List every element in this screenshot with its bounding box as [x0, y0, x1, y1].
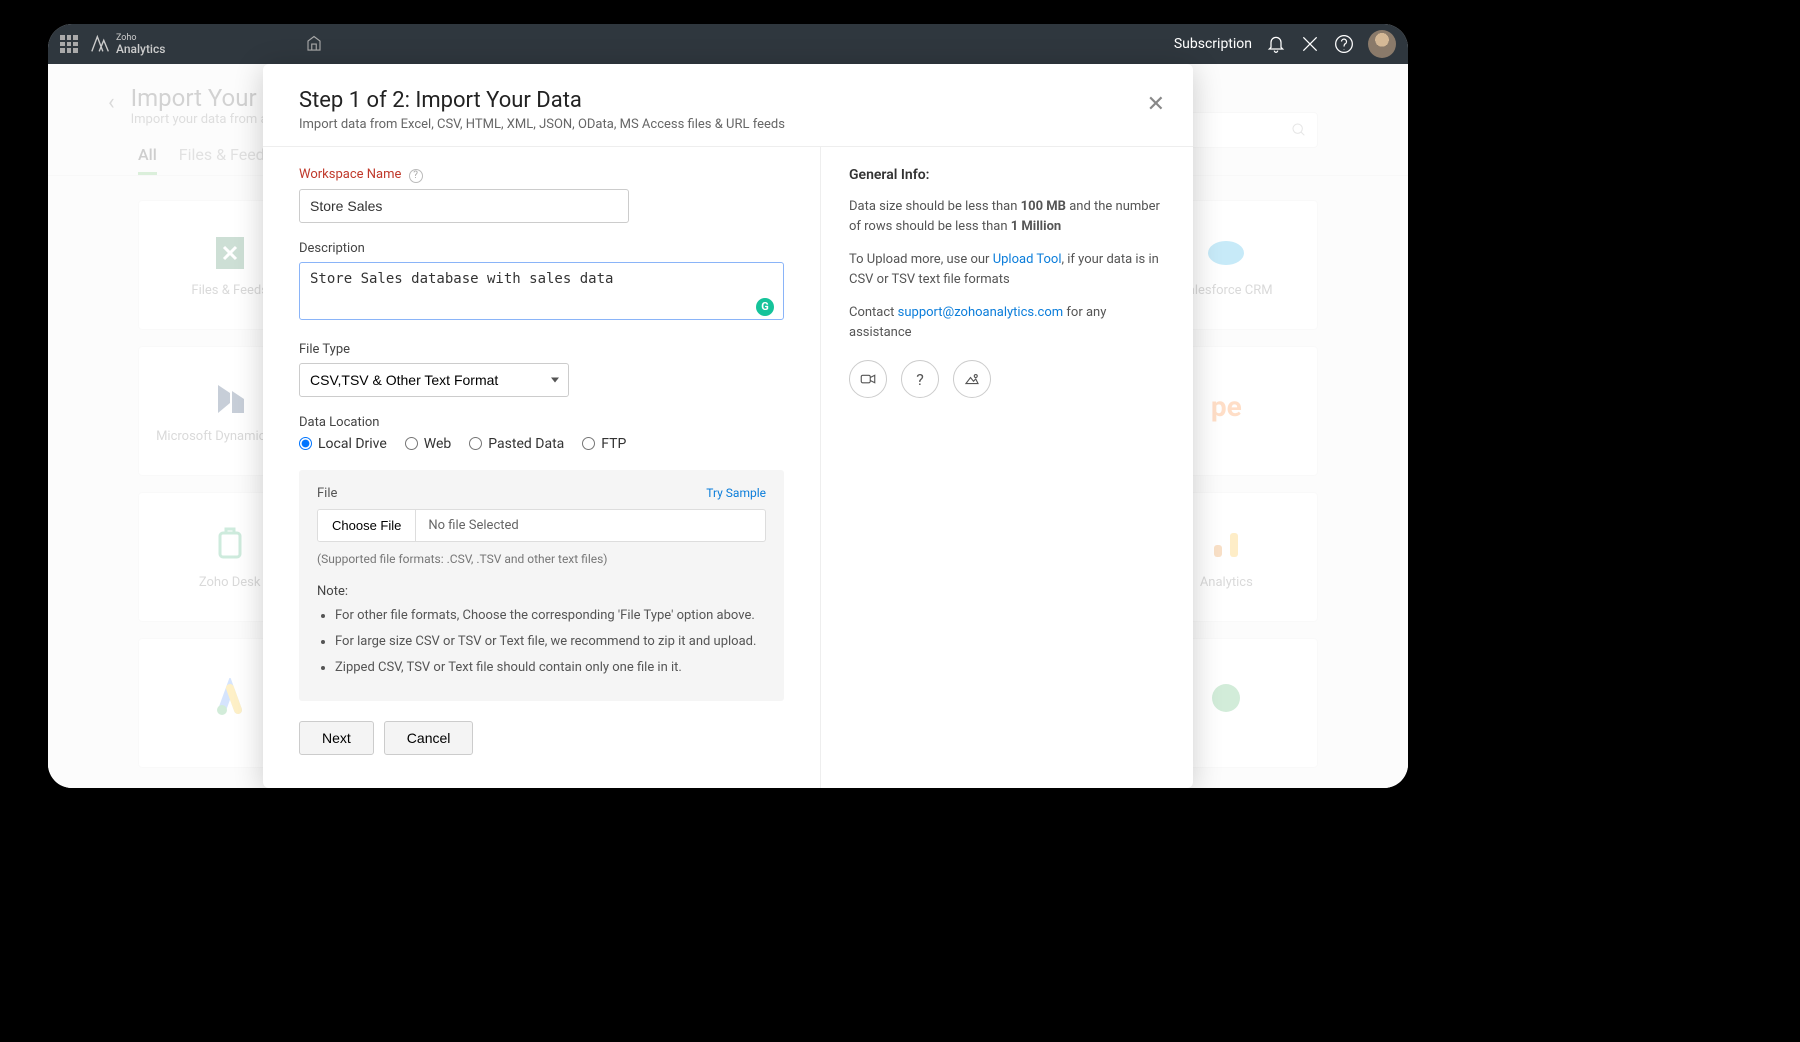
note-heading: Note:: [317, 584, 766, 599]
description-textarea[interactable]: [299, 262, 784, 320]
settings-icon[interactable]: [1300, 34, 1320, 54]
file-type-label: File Type: [299, 342, 784, 357]
help-icon[interactable]: [1334, 34, 1354, 54]
try-sample-link[interactable]: Try Sample: [706, 486, 766, 500]
app-header: Zoho Analytics Subscription: [48, 24, 1408, 64]
radio-ftp[interactable]: FTP: [582, 436, 626, 452]
data-location-label: Data Location: [299, 415, 784, 430]
info-size: Data size should be less than 100 MB and…: [849, 197, 1165, 236]
close-icon[interactable]: ✕: [1147, 92, 1165, 117]
modal-subtitle: Import data from Excel, CSV, HTML, XML, …: [299, 117, 1157, 132]
brand-logo[interactable]: Zoho Analytics: [90, 33, 165, 55]
note-item: Zipped CSV, TSV or Text file should cont…: [335, 659, 766, 677]
file-type-select[interactable]: CSV,TSV & Other Text Format: [299, 363, 569, 397]
grammarly-icon[interactable]: G: [756, 298, 774, 316]
radio-local-drive[interactable]: Local Drive: [299, 436, 387, 452]
workspace-name-label: Workspace Name ?: [299, 167, 784, 183]
bell-icon[interactable]: [1266, 34, 1286, 54]
upload-tool-link[interactable]: Upload Tool: [993, 252, 1062, 267]
choose-file-button[interactable]: Choose File: [318, 510, 416, 541]
image-icon[interactable]: [953, 360, 991, 398]
user-avatar[interactable]: [1368, 30, 1396, 58]
description-label: Description: [299, 241, 784, 256]
supported-formats: (Supported file formats: .CSV, .TSV and …: [317, 552, 766, 566]
brand-name-bottom: Analytics: [116, 43, 165, 55]
cancel-button[interactable]: Cancel: [384, 721, 474, 755]
file-label: File: [317, 486, 337, 501]
info-upload-tool: To Upload more, use our Upload Tool, if …: [849, 250, 1165, 289]
support-email-link[interactable]: support@zohoanalytics.com: [898, 305, 1063, 320]
question-icon[interactable]: ?: [901, 360, 939, 398]
file-panel: File Try Sample Choose File No file Sele…: [299, 470, 784, 702]
radio-pasted-data[interactable]: Pasted Data: [469, 436, 564, 452]
note-item: For other file formats, Choose the corre…: [335, 607, 766, 625]
next-button[interactable]: Next: [299, 721, 374, 755]
modal-title: Step 1 of 2: Import Your Data: [299, 88, 1157, 113]
apps-grid-icon[interactable]: [60, 35, 78, 53]
video-icon[interactable]: [849, 360, 887, 398]
workspace-name-input[interactable]: [299, 189, 629, 223]
info-contact: Contact support@zohoanalytics.com for an…: [849, 303, 1165, 342]
help-icon[interactable]: ?: [409, 169, 423, 183]
note-item: For large size CSV or TSV or Text file, …: [335, 633, 766, 651]
info-heading: General Info:: [849, 167, 1165, 183]
radio-web[interactable]: Web: [405, 436, 452, 452]
import-modal: Step 1 of 2: Import Your Data Import dat…: [263, 64, 1193, 788]
subscription-link[interactable]: Subscription: [1174, 36, 1252, 52]
building-icon[interactable]: [305, 35, 323, 53]
no-file-text: No file Selected: [416, 510, 530, 541]
